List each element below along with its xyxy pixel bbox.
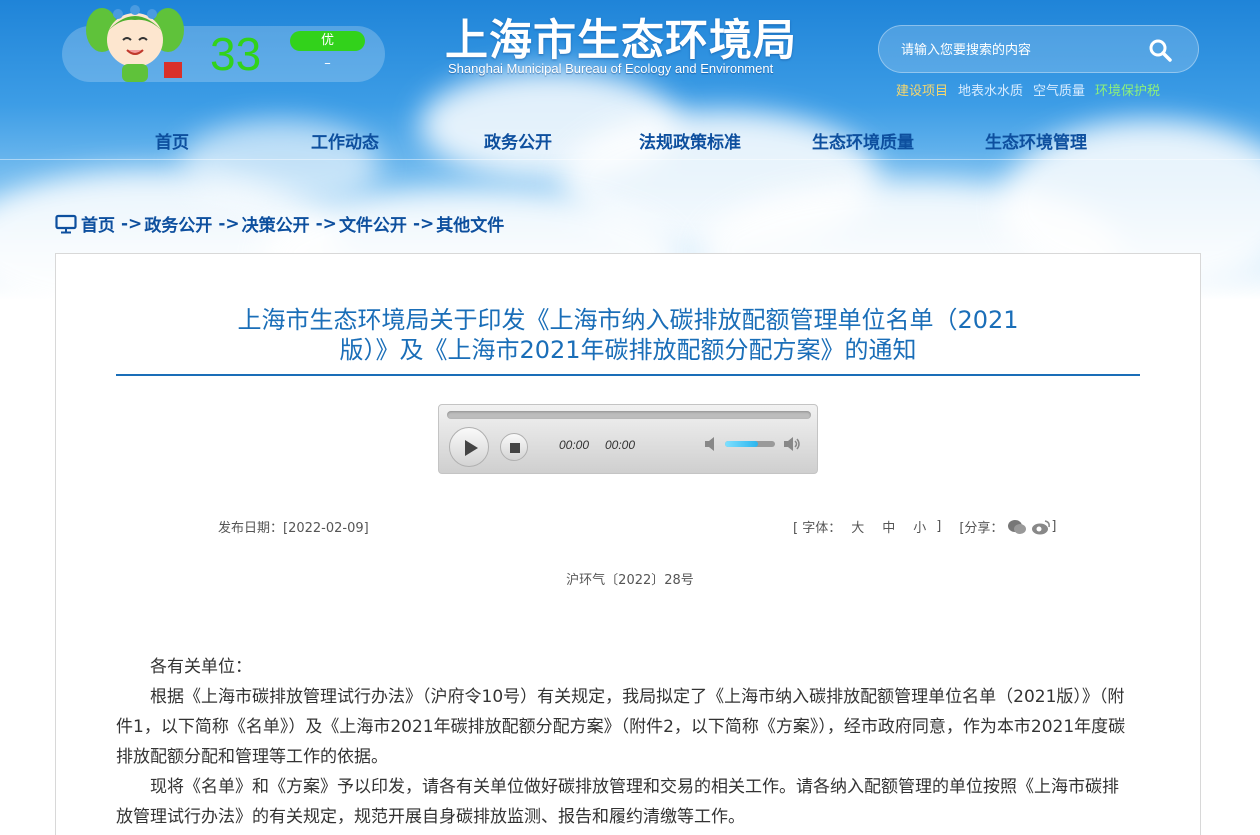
breadcrumb-other-docs[interactable]: 其他文件 — [436, 211, 504, 236]
mascot-icon — [86, 5, 184, 82]
aqi-primary-pollutant: – — [324, 56, 331, 71]
font-size-label: [ 字体： — [793, 521, 842, 536]
quick-link-air-quality[interactable]: 空气质量 — [1033, 80, 1085, 99]
volume-max-icon[interactable] — [783, 435, 801, 453]
share-label: [分享： — [959, 521, 1004, 536]
article-title: 上海市生态环境局关于印发《上海市纳入碳排放配额管理单位名单（2021 版）》及《… — [116, 305, 1140, 365]
search-box — [878, 25, 1199, 73]
wechat-icon[interactable] — [1007, 519, 1027, 535]
document-number: 沪环气〔2022〕28号 — [566, 573, 694, 588]
font-size-small[interactable]: 小 — [913, 517, 926, 536]
volume-level — [725, 441, 758, 447]
breadcrumb-separator: -> — [121, 213, 143, 234]
article-paragraph: 现将《名单》和《方案》予以印发，请各有关单位做好碳排放管理和交易的相关工作。请各… — [116, 777, 1119, 827]
publish-date-label: 发布日期： — [218, 521, 284, 536]
audio-current-time: 00:00 — [559, 438, 590, 452]
nav-item-gov-affairs[interactable]: 政务公开 — [484, 128, 552, 153]
volume-slider[interactable] — [725, 441, 775, 447]
breadcrumb-home[interactable]: 首页 — [81, 211, 115, 236]
title-divider — [116, 374, 1140, 376]
play-icon — [465, 440, 478, 456]
nav-item-home[interactable]: 首页 — [155, 128, 189, 153]
breadcrumb-gov-affairs[interactable]: 政务公开 — [144, 211, 212, 236]
article-title-line2: 版）》及《上海市2021年碳排放配额分配方案》的通知 — [339, 336, 917, 364]
share-close: ] — [1051, 519, 1057, 534]
publish-date: 发布日期：[2022-02-09] — [218, 517, 369, 536]
site-logo-subtitle: Shanghai Municipal Bureau of Ecology and… — [448, 61, 774, 76]
site-logo-title[interactable]: 上海市生态环境局 — [445, 6, 797, 68]
play-button[interactable] — [449, 427, 489, 467]
nav-item-work-news[interactable]: 工作动态 — [311, 128, 379, 153]
font-size-close: ] — [936, 519, 942, 534]
main-nav: 首页 工作动态 政务公开 法规政策标准 生态环境质量 生态环境管理 — [0, 118, 1260, 160]
breadcrumb-documents[interactable]: 文件公开 — [339, 211, 407, 236]
nav-item-regulations[interactable]: 法规政策标准 — [639, 128, 741, 153]
font-size-large[interactable]: 大 — [851, 517, 864, 536]
audio-player: 00:00 00:00 — [438, 404, 818, 474]
audio-progress-bar[interactable] — [447, 411, 811, 419]
article-body: 各有关单位： 根据《上海市碳排放管理试行办法》（沪府令10号）有关规定，我局拟定… — [116, 652, 1126, 832]
search-icon[interactable] — [1148, 38, 1172, 62]
monitor-icon — [55, 214, 77, 233]
quick-link-env-tax[interactable]: 环境保护税 — [1095, 80, 1160, 99]
article-paragraph: 根据《上海市碳排放管理试行办法》（沪府令10号）有关规定，我局拟定了《上海市纳入… — [116, 687, 1126, 767]
aqi-value: 33 — [210, 28, 262, 80]
volume-mute-icon[interactable] — [703, 435, 721, 453]
quick-link-surface-water[interactable]: 地表水水质 — [958, 80, 1023, 99]
article-paragraph: 各有关单位： — [150, 657, 252, 677]
nav-item-eco-management[interactable]: 生态环境管理 — [985, 128, 1087, 153]
quick-links: 建设项目 地表水水质 空气质量 环境保护税 — [896, 80, 1160, 99]
publish-date-value: [2022-02-09] — [283, 521, 369, 536]
stop-icon — [510, 443, 520, 453]
audio-duration: 00:00 — [605, 438, 636, 452]
article-title-line1: 上海市生态环境局关于印发《上海市纳入碳排放配额管理单位名单（2021 — [237, 306, 1019, 334]
search-input[interactable] — [901, 39, 1141, 61]
breadcrumb-separator: -> — [315, 213, 337, 234]
breadcrumb: 首页 -> 政务公开 -> 决策公开 -> 文件公开 -> 其他文件 — [55, 211, 504, 236]
stop-button[interactable] — [500, 433, 528, 461]
breadcrumb-separator: -> — [218, 213, 240, 234]
font-size-medium[interactable]: 中 — [882, 517, 895, 536]
aqi-level-badge: 优 — [290, 31, 365, 51]
breadcrumb-decision[interactable]: 决策公开 — [242, 211, 310, 236]
article-tools: [ 字体： 大 中 小 ] [分享： ] — [793, 517, 1057, 536]
quick-link-construction[interactable]: 建设项目 — [896, 80, 948, 99]
nav-item-eco-quality[interactable]: 生态环境质量 — [812, 128, 914, 153]
breadcrumb-separator: -> — [412, 213, 435, 234]
weibo-icon[interactable] — [1031, 519, 1051, 535]
